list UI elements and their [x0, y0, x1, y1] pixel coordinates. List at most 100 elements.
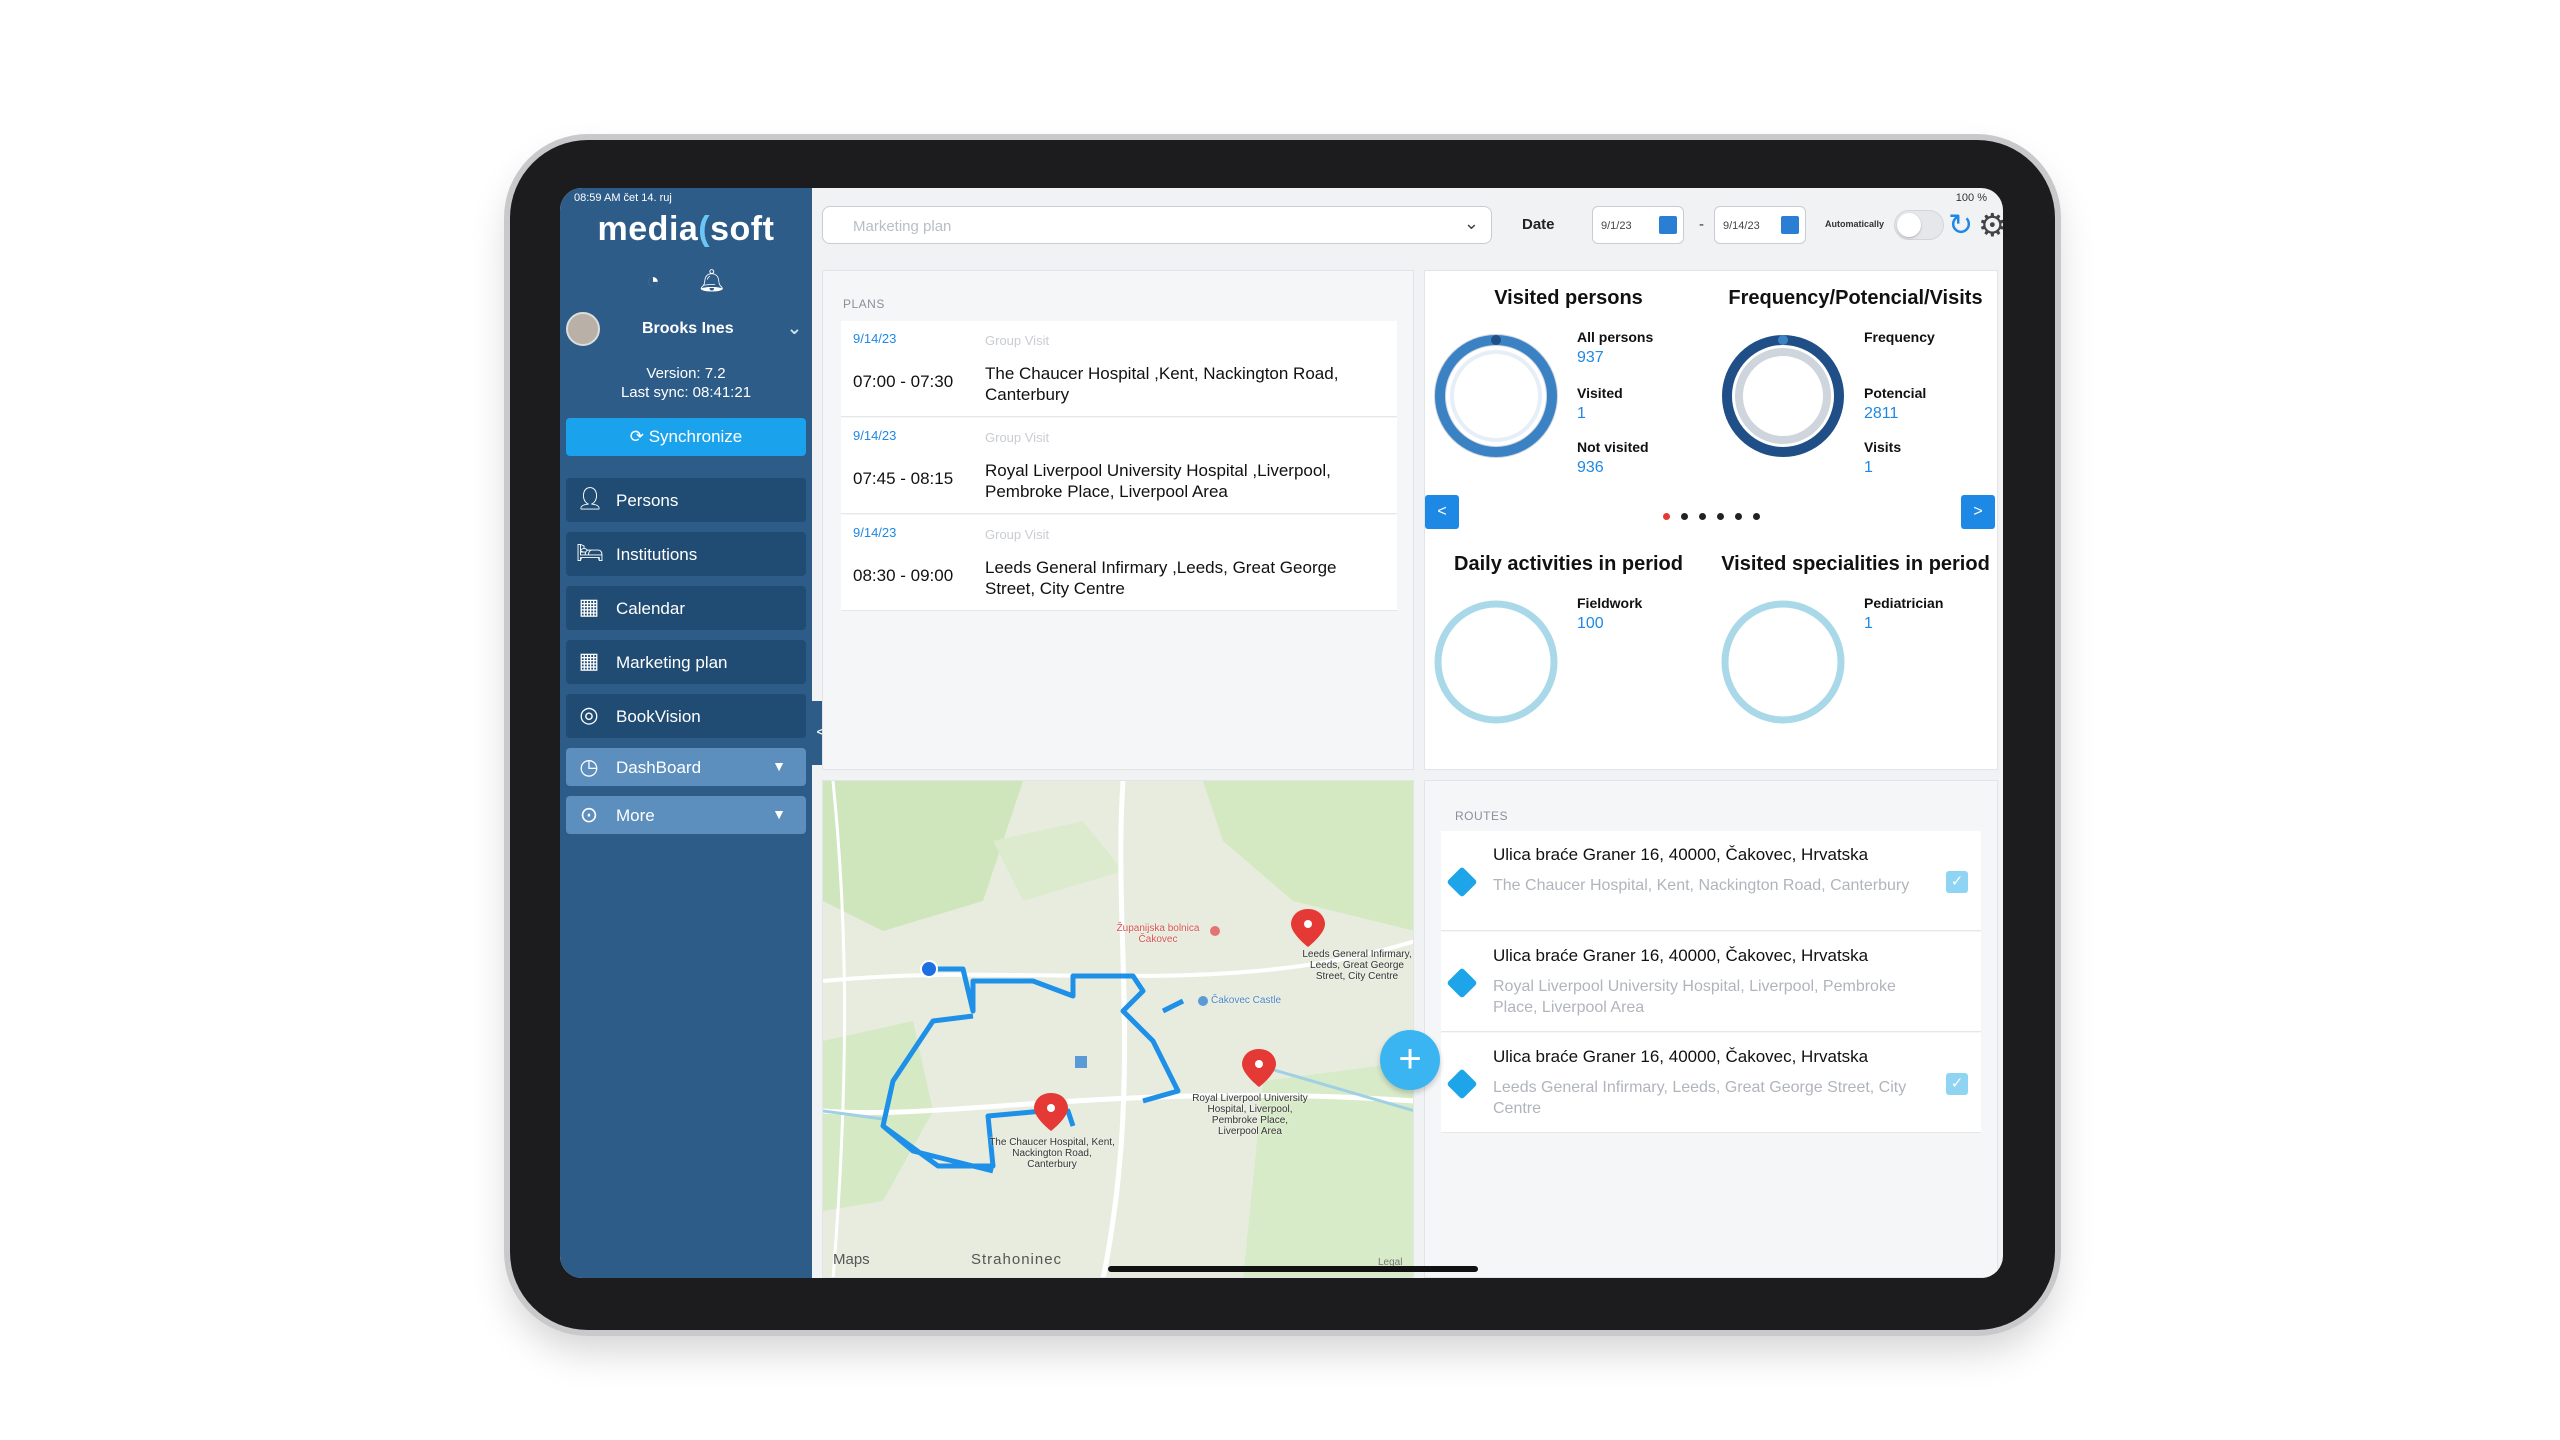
- status-time: 08:59 AM čet 14. ruj: [574, 192, 672, 204]
- donut-marker: [1491, 335, 1501, 345]
- automatically-toggle[interactable]: [1894, 210, 1944, 240]
- sidebar-item-label: Persons: [616, 491, 679, 510]
- gear-icon[interactable]: ⚙: [1978, 206, 2003, 244]
- route-item[interactable]: Ulica braće Graner 16, 40000, Čakovec, H…: [1441, 1033, 1981, 1133]
- pager-dot[interactable]: [1753, 513, 1760, 520]
- pager-dot[interactable]: [1717, 513, 1724, 520]
- visited-persons-title: Visited persons: [1494, 287, 1643, 309]
- castle-poi-icon: [1198, 996, 1208, 1006]
- plan-item[interactable]: 9/14/23 Group Visit 07:45 - 08:15 Royal …: [841, 418, 1397, 514]
- bus-stop-icon: [1075, 1056, 1087, 1068]
- route-checkbox[interactable]: ✓: [1946, 871, 1968, 893]
- route-from: Ulica braće Graner 16, 40000, Čakovec, H…: [1493, 946, 1869, 965]
- user-menu[interactable]: Brooks Ines ⌄: [566, 310, 806, 350]
- sidebar-item-marketing-plan[interactable]: ▦ Marketing plan: [566, 640, 806, 684]
- more-icon: ⊙: [579, 802, 599, 827]
- home-indicator: [1108, 1266, 1478, 1272]
- date-to-field[interactable]: 9/14/23: [1714, 206, 1806, 244]
- sidebar-top-icons: ◔ 🔔︎: [560, 268, 812, 294]
- chevron-down-icon: ⌄: [1463, 213, 1479, 233]
- stats-panel: Visited persons All persons 937 Visited …: [1424, 270, 1998, 770]
- sidebar-item-label: Institutions: [616, 545, 698, 564]
- app-logo: media(soft: [560, 210, 812, 249]
- synchronize-button[interactable]: ⟳ Synchronize: [566, 418, 806, 456]
- pediatrician-label: Pediatrician: [1864, 595, 1944, 611]
- frequency-label: Frequency: [1864, 329, 1935, 345]
- sidebar-item-calendar[interactable]: ▦ Calendar: [566, 586, 806, 630]
- sidebar-item-bookvision[interactable]: ◎ BookVision: [566, 694, 806, 738]
- map-label-zupanijska: Županijska bolnica Čakovec: [1116, 923, 1200, 945]
- map-label-castle: Čakovec Castle: [1211, 995, 1282, 1006]
- synchronize-label: Synchronize: [648, 427, 743, 446]
- sidebar-item-label: DashBoard: [616, 758, 702, 777]
- marketing-plan-select[interactable]: Marketing plan ⌄: [822, 206, 1492, 244]
- person-icon: 👤︎: [576, 486, 604, 511]
- map-town-label: Strahoninec: [971, 1251, 1063, 1268]
- donut-arc: [1434, 600, 1558, 724]
- visited-value: 1: [1577, 405, 1586, 422]
- logo-text-right: soft: [710, 210, 775, 248]
- chevron-down-icon[interactable]: ⌄: [787, 318, 802, 339]
- fieldwork-value: 100: [1577, 615, 1604, 632]
- pager-dot[interactable]: [1699, 513, 1706, 520]
- directions-icon: [1446, 866, 1478, 898]
- pager-dot[interactable]: [1663, 513, 1670, 520]
- pager-dot[interactable]: [1681, 513, 1688, 520]
- sidebar-item-dashboard[interactable]: ◷ DashBoard ▼: [566, 748, 806, 786]
- user-name: Brooks Ines: [642, 320, 734, 337]
- frequency-title: Frequency/Potencial/Visits: [1728, 287, 1983, 309]
- hospital-poi-icon: [1210, 926, 1220, 936]
- status-bar: 08:59 AM čet 14. ruj 100 %: [560, 188, 2003, 208]
- plan-date: 9/14/23: [853, 525, 897, 540]
- routes-map[interactable]: Leeds General Infirmary, Leeds, Great Ge…: [822, 780, 1414, 1278]
- sidebar-item-institutions[interactable]: 🛏︎ Institutions: [566, 532, 806, 576]
- avatar: [566, 312, 600, 346]
- expand-arrow-icon: ▼: [772, 806, 786, 822]
- toggle-knob: [1897, 213, 1921, 237]
- sidebar-item-persons[interactable]: 👤︎ Persons: [566, 478, 806, 522]
- plan-time: 07:00 - 07:30: [853, 372, 954, 391]
- plan-type: Group Visit: [985, 527, 1050, 542]
- stats-next-button[interactable]: >: [1961, 495, 1995, 529]
- route-item[interactable]: Ulica braće Graner 16, 40000, Čakovec, H…: [1441, 831, 1981, 931]
- date-to-value: 9/14/23: [1723, 220, 1760, 232]
- plan-time: 08:30 - 09:00: [853, 566, 954, 585]
- calendar-plus-icon: ▦: [578, 648, 600, 673]
- map-canvas: [823, 781, 1413, 1277]
- pediatrician-value: 1: [1864, 615, 1873, 632]
- plan-item[interactable]: 9/14/23 Group Visit 08:30 - 09:00 Leeds …: [841, 515, 1397, 611]
- route-to: The Chaucer Hospital, Kent, Nackington R…: [1493, 877, 1910, 894]
- app-screen: 08:59 AM čet 14. ruj 100 % media(soft ◔ …: [560, 188, 2003, 1278]
- donut-marker: [1778, 335, 1788, 345]
- sidebar-item-more[interactable]: ⊙ More ▼: [566, 796, 806, 834]
- date-from-value: 9/1/23: [1601, 220, 1632, 232]
- automatically-label: Automatically: [1825, 219, 1885, 229]
- date-from-field[interactable]: 9/1/23: [1592, 206, 1684, 244]
- stats-prev-button[interactable]: <: [1425, 495, 1459, 529]
- routes-panel: ROUTES Ulica braće Graner 16, 40000, Čak…: [1424, 780, 1998, 1278]
- date-separator: -: [1699, 216, 1704, 233]
- version-label: Version: 7.2: [646, 365, 726, 382]
- plan-time: 07:45 - 08:15: [853, 469, 954, 488]
- last-sync-label: Last sync: 08:41:21: [620, 384, 752, 401]
- route-checkbox[interactable]: ✓: [1946, 1073, 1968, 1095]
- route-from: Ulica braće Graner 16, 40000, Čakovec, H…: [1493, 845, 1869, 864]
- routes-title: ROUTES: [1455, 809, 1509, 823]
- donut-inner-ring: [1450, 350, 1542, 442]
- daily-activities-donut: [1434, 600, 1558, 724]
- bell-icon[interactable]: 🔔︎: [698, 268, 726, 294]
- plan-type: Group Visit: [985, 430, 1050, 445]
- donut-arc: [1721, 600, 1845, 724]
- calendar-icon[interactable]: [1659, 216, 1677, 234]
- calendar-icon[interactable]: [1781, 216, 1799, 234]
- plan-item[interactable]: 9/14/23 Group Visit 07:00 - 07:30 The Ch…: [841, 321, 1397, 417]
- route-item[interactable]: Ulica braće Graner 16, 40000, Čakovec, H…: [1441, 932, 1981, 1032]
- directions-icon: [1446, 1068, 1478, 1100]
- bed-icon: 🛏︎: [576, 540, 604, 565]
- plan-date: 9/14/23: [853, 331, 897, 346]
- dashboard-gauge-icon[interactable]: ◔: [646, 268, 659, 294]
- pager-dot[interactable]: [1735, 513, 1742, 520]
- map-label-liverpool: Royal Liverpool University Hospital, Liv…: [1192, 1093, 1308, 1137]
- refresh-icon[interactable]: ↻: [1948, 208, 1973, 243]
- add-button[interactable]: +: [1380, 1030, 1440, 1090]
